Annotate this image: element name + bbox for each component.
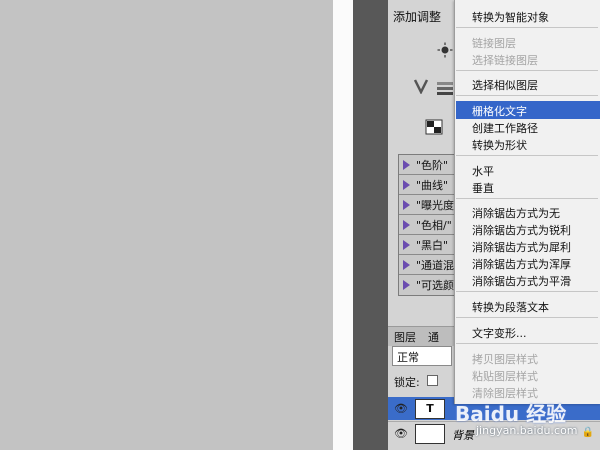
preset-item[interactable]: "曝光度" — [399, 195, 457, 215]
menu-item-paste-layer-style[interactable]: 粘贴图层样式 — [472, 368, 538, 384]
brightness-icon[interactable] — [436, 42, 454, 58]
preset-item[interactable]: "色阶" — [399, 155, 457, 175]
visibility-eye-icon[interactable]: 👁 — [394, 402, 408, 415]
lock-label: 锁定: — [394, 376, 420, 389]
menu-item-link-layers[interactable]: 链接图层 — [472, 35, 516, 51]
menu-item-horizontal[interactable]: 水平 — [472, 163, 494, 179]
menu-item-rasterize-type[interactable]: 栅格化文字 — [472, 103, 527, 119]
background-thumbnail — [415, 424, 445, 444]
preset-item[interactable]: "黑白" — [399, 235, 457, 255]
menu-separator — [456, 291, 598, 292]
expand-triangle-icon[interactable] — [403, 239, 410, 250]
layer-name: 背景 — [452, 429, 474, 442]
menu-item-antialias-none[interactable]: 消除锯齿方式为无 — [472, 205, 560, 221]
menu-item-antialias-sharp[interactable]: 消除锯齿方式为锐利 — [472, 222, 571, 238]
workspace-background — [353, 0, 388, 450]
expand-triangle-icon[interactable] — [403, 179, 410, 190]
menu-item-create-work-path[interactable]: 创建工作路径 — [472, 120, 538, 136]
preset-item[interactable]: "色相/" — [399, 215, 457, 235]
watermark-url: jingyan.baidu.com — [476, 424, 578, 437]
expand-triangle-icon[interactable] — [403, 219, 410, 230]
hue-saturation-icon[interactable] — [436, 80, 454, 96]
baidu-watermark: Baidu 经验 — [455, 402, 567, 426]
menu-separator — [456, 70, 598, 71]
menu-item-antialias-strong[interactable]: 消除锯齿方式为浑厚 — [472, 256, 571, 272]
menu-separator — [456, 343, 598, 344]
lock-transparency-checkbox[interactable] — [427, 375, 438, 386]
menu-item-convert-smart-object[interactable]: 转换为智能对象 — [472, 9, 549, 25]
menu-separator — [456, 317, 598, 318]
canvas-edge — [333, 0, 353, 450]
preset-item[interactable]: "通道混" — [399, 255, 457, 275]
expand-triangle-icon[interactable] — [403, 259, 410, 270]
menu-separator — [456, 27, 598, 28]
menu-item-antialias-smooth[interactable]: 消除锯齿方式为平滑 — [472, 273, 571, 289]
visibility-eye-icon[interactable]: 👁 — [394, 427, 408, 440]
vibrance-icon[interactable] — [412, 78, 430, 94]
menu-separator — [456, 198, 598, 199]
adjustment-presets-list: "色阶" "曲线" "曝光度" "色相/" "黑白" "通道混" "可选颜" — [398, 154, 458, 296]
preset-item[interactable]: "曲线" — [399, 175, 457, 195]
expand-triangle-icon[interactable] — [403, 159, 410, 170]
menu-item-copy-layer-style[interactable]: 拷贝图层样式 — [472, 351, 538, 367]
menu-item-warp-text[interactable]: 文字变形... — [472, 325, 527, 341]
expand-triangle-icon[interactable] — [403, 199, 410, 210]
tab-layers[interactable]: 图层 — [394, 329, 416, 345]
menu-item-select-linked-layers[interactable]: 选择链接图层 — [472, 52, 538, 68]
adjustments-title: 添加调整 — [393, 10, 442, 24]
menu-item-select-similar-layers[interactable]: 选择相似图层 — [472, 77, 538, 93]
menu-separator — [456, 155, 598, 156]
preset-item[interactable]: "可选颜" — [399, 275, 457, 294]
menu-item-antialias-crisp[interactable]: 消除锯齿方式为犀利 — [472, 239, 571, 255]
menu-item-vertical[interactable]: 垂直 — [472, 180, 494, 196]
menu-item-convert-to-shape[interactable]: 转换为形状 — [472, 137, 527, 153]
menu-item-convert-paragraph-text[interactable]: 转换为段落文本 — [472, 299, 549, 315]
lock-icon: 🔒 — [581, 427, 594, 438]
blend-mode-select[interactable]: 正常 — [392, 346, 452, 366]
black-white-icon[interactable] — [425, 119, 443, 135]
tab-channels[interactable]: 通 — [428, 329, 439, 345]
document-canvas[interactable] — [0, 0, 333, 450]
expand-triangle-icon[interactable] — [403, 279, 410, 290]
menu-separator — [456, 95, 598, 96]
text-layer-thumbnail: T — [415, 399, 445, 419]
layer-context-menu: 转换为智能对象 链接图层 选择链接图层 选择相似图层 栅格化文字 创建工作路径 … — [454, 0, 600, 404]
